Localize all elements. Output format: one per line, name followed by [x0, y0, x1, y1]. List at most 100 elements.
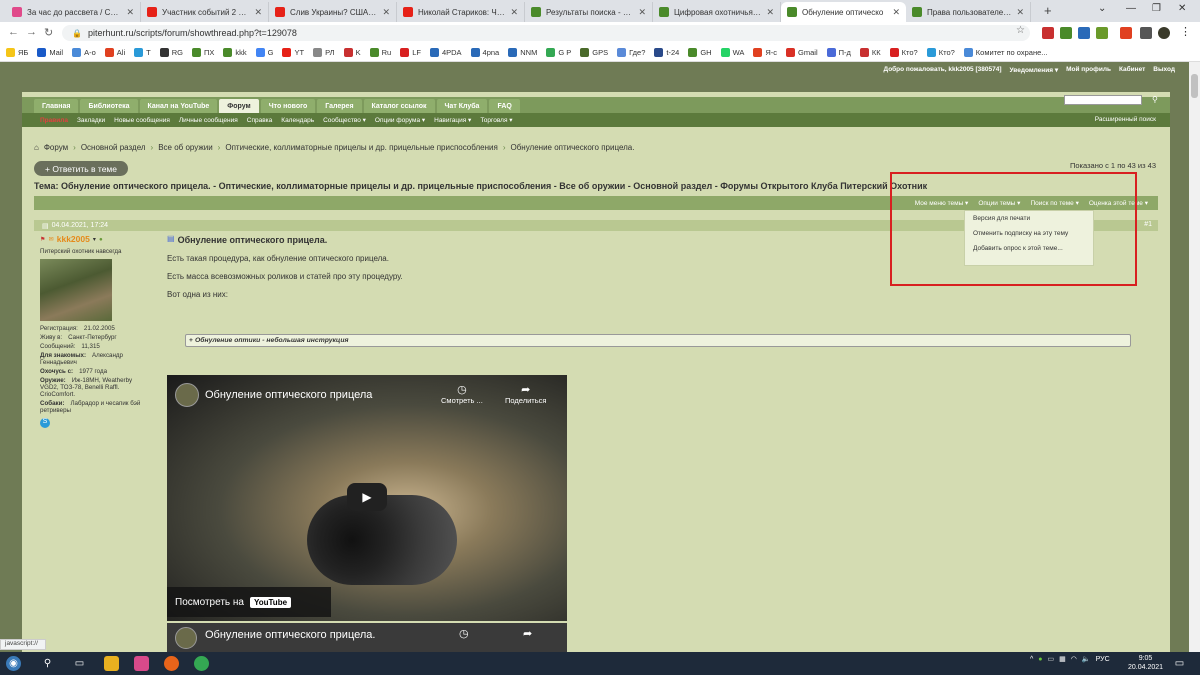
extension-icon[interactable]: [1120, 27, 1132, 39]
youtube-embed[interactable]: Обнуление оптического прицела ◷ Смотреть…: [167, 375, 567, 621]
app-icon[interactable]: [134, 656, 149, 671]
close-icon[interactable]: ✕: [254, 7, 262, 18]
topbar-link[interactable]: Кабинет: [1119, 66, 1145, 76]
search-icon[interactable]: ⚲: [40, 656, 55, 671]
close-icon[interactable]: ✕: [382, 7, 390, 18]
bookmark-item[interactable]: Gmail: [786, 48, 818, 57]
volume-icon[interactable]: 🔈: [1082, 655, 1091, 663]
firefox-icon[interactable]: [164, 656, 179, 671]
subnav-item[interactable]: Новые сообщения: [114, 117, 170, 124]
clock-icon[interactable]: ◷: [459, 627, 469, 640]
minimize-button[interactable]: —: [1126, 3, 1136, 14]
breadcrumb-item[interactable]: Форум: [44, 143, 68, 152]
menu-dots-icon[interactable]: ⋮: [1180, 25, 1191, 38]
bookmark-item[interactable]: t-24: [654, 48, 679, 57]
home-icon[interactable]: ⌂: [34, 143, 39, 152]
post-number[interactable]: #1: [1144, 221, 1152, 228]
bookmark-item[interactable]: ЯБ: [6, 48, 28, 57]
bookmark-item[interactable]: Ru: [369, 48, 391, 57]
clock[interactable]: 9:05 20.04.2021: [1128, 654, 1163, 672]
watch-later-button[interactable]: ◷ Смотреть ...: [441, 383, 483, 405]
play-button[interactable]: ▶: [347, 483, 387, 511]
bookmark-item[interactable]: П-д: [826, 48, 851, 57]
scrollbar[interactable]: [1189, 62, 1200, 652]
reload-icon[interactable]: ↻: [44, 26, 53, 39]
share-button[interactable]: ➦ Поделиться: [505, 383, 546, 405]
bookmark-star-icon[interactable]: ☆: [1016, 25, 1025, 36]
advanced-search-link[interactable]: Расширенный поиск: [1095, 116, 1156, 123]
browser-tab[interactable]: Обнуление оптическо ✕: [781, 2, 906, 22]
nav-tab[interactable]: Чат Клуба: [436, 99, 488, 113]
subnav-item[interactable]: Опции форума ▾: [375, 116, 425, 124]
close-icon[interactable]: ✕: [1016, 7, 1024, 18]
bookmark-item[interactable]: РЛ: [313, 48, 335, 57]
bookmark-item[interactable]: RG: [159, 48, 183, 57]
bookmark-item[interactable]: A-o: [72, 48, 96, 57]
subnav-item[interactable]: Календарь: [281, 117, 314, 124]
close-icon[interactable]: ✕: [766, 7, 774, 18]
close-icon[interactable]: ✕: [126, 7, 134, 18]
bookmark-item[interactable]: NNM: [508, 48, 537, 57]
breadcrumb-item[interactable]: Основной раздел: [81, 143, 146, 152]
bookmark-item[interactable]: Mail: [37, 48, 63, 57]
bookmark-item[interactable]: kkk: [223, 48, 247, 57]
extensions-puzzle-icon[interactable]: [1140, 27, 1152, 39]
bookmark-item[interactable]: G: [255, 48, 273, 57]
breadcrumb-item[interactable]: Все об оружии: [158, 143, 212, 152]
subnav-item[interactable]: Торговля ▾: [480, 116, 512, 124]
extension-icon[interactable]: [1042, 27, 1054, 39]
topbar-link[interactable]: Уведомления ▾: [1010, 66, 1059, 76]
security-icon[interactable]: ●: [1038, 656, 1042, 663]
bookmark-item[interactable]: Ali: [104, 48, 125, 57]
scroll-thumb[interactable]: [1191, 74, 1198, 98]
chrome-icon[interactable]: [194, 656, 209, 671]
nav-tab[interactable]: Что нового: [260, 99, 316, 113]
skype-icon[interactable]: S: [40, 418, 50, 428]
subnav-item[interactable]: Справка: [247, 117, 273, 124]
profile-avatar[interactable]: [1158, 27, 1170, 39]
browser-tab[interactable]: Участник событий 2 мая в ✕: [141, 2, 269, 22]
bookmark-item[interactable]: Кто?: [926, 48, 955, 57]
start-icon[interactable]: ◉: [6, 656, 21, 671]
close-icon[interactable]: ✕: [510, 7, 518, 18]
back-icon[interactable]: ←: [8, 26, 19, 38]
subnav-item[interactable]: Личные сообщения: [179, 117, 238, 124]
nav-tab[interactable]: Форум: [219, 99, 259, 113]
subnav-item[interactable]: Закладки: [77, 117, 105, 124]
bookmark-item[interactable]: WA: [720, 48, 744, 57]
nav-tab[interactable]: FAQ: [489, 99, 520, 113]
bookmark-item[interactable]: G P: [546, 48, 571, 57]
bookmark-item[interactable]: Комитет по охране...: [963, 48, 1048, 57]
notifications-icon[interactable]: ▭: [1172, 656, 1187, 671]
close-icon[interactable]: ✕: [892, 7, 900, 18]
browser-tab[interactable]: Слив Украины? США подк ✕: [269, 2, 397, 22]
new-tab-button[interactable]: +: [1044, 3, 1052, 18]
rules-link[interactable]: Правила: [40, 117, 68, 124]
flag-icon[interactable]: ▭: [1048, 655, 1055, 663]
task-view-icon[interactable]: ▭: [72, 656, 87, 671]
subnav-item[interactable]: Сообщество ▾: [323, 116, 366, 124]
bookmark-item[interactable]: YT: [282, 48, 304, 57]
browser-tab[interactable]: Николай Стариков: Чехия ✕: [397, 2, 525, 22]
bookmark-item[interactable]: 4pna: [470, 48, 499, 57]
breadcrumb-item[interactable]: Оптические, коллиматорные прицелы и др. …: [225, 143, 497, 152]
search-input[interactable]: [1064, 95, 1142, 105]
bookmark-item[interactable]: КК: [859, 48, 881, 57]
channel-avatar[interactable]: [175, 627, 197, 649]
chevron-down-icon[interactable]: ▾: [93, 236, 96, 243]
browser-tab[interactable]: Цифровая охотничья нас ✕: [653, 2, 781, 22]
subnav-item[interactable]: Навигация ▾: [434, 116, 471, 124]
close-icon[interactable]: ✕: [638, 7, 646, 18]
bookmark-item[interactable]: Я-с: [753, 48, 777, 57]
wifi-icon[interactable]: ◠: [1071, 655, 1077, 663]
username[interactable]: kkk2005: [57, 234, 90, 244]
share-icon[interactable]: ➦: [523, 627, 532, 640]
bookmark-item[interactable]: GH: [688, 48, 712, 57]
nav-tab[interactable]: Библиотека: [80, 99, 138, 113]
file-explorer-icon[interactable]: [104, 656, 119, 671]
nav-tab[interactable]: Канал на YouTube: [139, 99, 218, 113]
tab-search-icon[interactable]: ⌄: [1098, 3, 1106, 14]
close-window-button[interactable]: ✕: [1178, 3, 1186, 14]
bookmark-item[interactable]: T: [134, 48, 151, 57]
nav-tab[interactable]: Главная: [34, 99, 79, 113]
